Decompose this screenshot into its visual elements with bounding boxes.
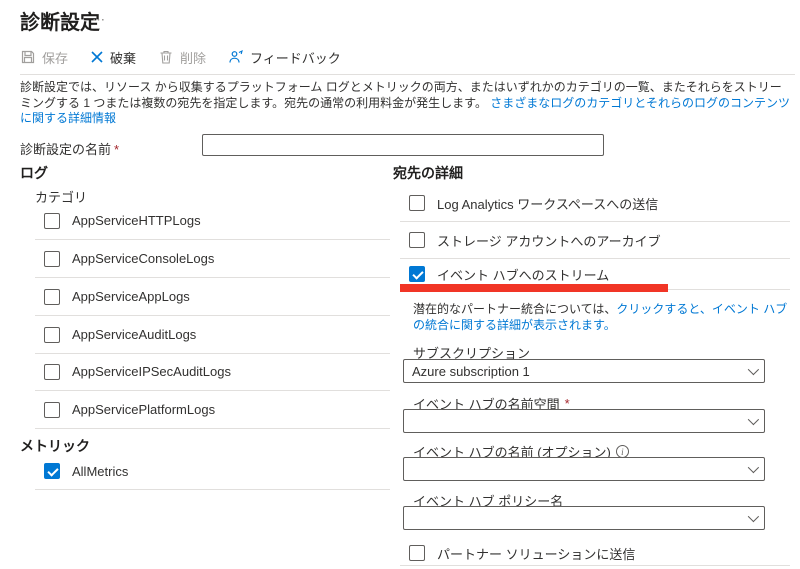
checkbox-label: イベント ハブへのストリーム xyxy=(437,267,610,283)
logs-section-header: ログ xyxy=(20,165,48,181)
event-hub-name-dropdown[interactable] xyxy=(403,457,765,481)
checkbox-appserviceipsecauditlogs[interactable] xyxy=(44,363,60,380)
destination-option-row[interactable]: ストレージ アカウントへのアーカイブ xyxy=(400,222,790,259)
checkbox-label: AppServiceAppLogs xyxy=(72,289,190,304)
log-category-row[interactable]: AppServicePlatformLogs xyxy=(35,391,390,429)
chevron-down-icon xyxy=(747,363,760,376)
checkbox-appserviceapplogs[interactable] xyxy=(44,288,60,305)
checkbox-appserviceconsolelogs[interactable] xyxy=(44,250,60,267)
partner-integration-note: 潜在的なパートナー統合については、クリックすると、イベント ハブの統合に関する詳… xyxy=(413,301,790,333)
diagnostic-name-label: 診断設定の名前 * xyxy=(20,142,120,157)
checkbox-label: AppServiceHTTPLogs xyxy=(72,213,201,228)
diagnostic-settings-page: 診断設定 ⋯ 保存 破棄 削除 フィードバック 診断設定では、リソース から収集… xyxy=(0,0,800,569)
chevron-down-icon xyxy=(747,510,760,523)
checkbox-partner-solution[interactable] xyxy=(409,545,425,561)
log-category-row[interactable]: AppServiceAuditLogs xyxy=(35,316,390,354)
checkbox-label: AppServicePlatformLogs xyxy=(72,402,216,417)
bottom-divider xyxy=(400,565,790,566)
chevron-down-icon xyxy=(747,413,760,426)
partner-solution-row[interactable]: パートナー ソリューションに送信 xyxy=(400,541,790,565)
destination-option-row[interactable]: Log Analytics ワークスペースへの送信 xyxy=(400,185,790,222)
log-category-row[interactable]: AppServiceIPSecAuditLogs xyxy=(35,353,390,391)
delete-button[interactable]: 削除 xyxy=(158,48,206,67)
log-category-row[interactable]: AppServiceConsoleLogs xyxy=(35,240,390,278)
diagnostic-name-input[interactable] xyxy=(202,134,604,156)
description-text: 診断設定では、リソース から収集するプラットフォーム ログとメトリックの両方、ま… xyxy=(20,80,792,127)
checkbox-appservicehttplogs[interactable] xyxy=(44,212,60,229)
save-button-label: 保存 xyxy=(42,50,69,66)
feedback-person-icon xyxy=(228,49,244,65)
checkbox-label: パートナー ソリューションに送信 xyxy=(437,546,636,562)
checkbox-allmetrics[interactable] xyxy=(44,463,60,479)
checkbox-appserviceplatformlogs[interactable] xyxy=(44,401,60,418)
checkbox-label: AppServiceConsoleLogs xyxy=(72,251,215,266)
checkbox-appserviceauditlogs[interactable] xyxy=(44,326,60,343)
checkbox-label: AllMetrics xyxy=(72,463,129,479)
discard-button-label: 破棄 xyxy=(110,50,137,66)
discard-x-icon xyxy=(90,50,104,64)
event-hub-policy-dropdown[interactable] xyxy=(403,506,765,530)
toolbar: 保存 破棄 削除 フィードバック xyxy=(20,47,341,67)
dropdown-value: Azure subscription 1 xyxy=(412,363,530,379)
checkbox-label: AppServiceIPSecAuditLogs xyxy=(72,364,231,379)
save-icon xyxy=(20,49,36,65)
discard-button[interactable]: 破棄 xyxy=(90,48,136,67)
feedback-button-label: フィードバック xyxy=(250,50,341,66)
log-category-row[interactable]: AppServiceHTTPLogs xyxy=(35,202,390,240)
checkbox-event-hub-stream[interactable] xyxy=(409,266,425,282)
destination-section-header: 宛先の詳細 xyxy=(393,165,463,181)
context-menu-ellipsis-icon[interactable]: ⋯ xyxy=(92,12,107,28)
page-title: 診断設定 xyxy=(20,12,100,34)
feedback-button[interactable]: フィードバック xyxy=(228,48,341,67)
partner-note-text: 潜在的なパートナー統合については、 xyxy=(413,302,617,316)
checkbox-label: AppServiceAuditLogs xyxy=(72,327,197,342)
required-asterisk: * xyxy=(114,142,120,157)
subscription-dropdown[interactable]: Azure subscription 1 xyxy=(403,359,765,383)
checkbox-label: ストレージ アカウントへのアーカイブ xyxy=(437,233,661,249)
event-hub-namespace-dropdown[interactable] xyxy=(403,409,765,433)
trash-icon xyxy=(158,49,174,65)
checkbox-storage-archive[interactable] xyxy=(409,232,425,248)
delete-button-label: 削除 xyxy=(180,50,207,66)
chevron-down-icon xyxy=(747,461,760,474)
checkbox-log-analytics[interactable] xyxy=(409,195,425,211)
save-button[interactable]: 保存 xyxy=(20,48,68,67)
metric-row[interactable]: AllMetrics xyxy=(35,453,390,490)
red-highlight-annotation xyxy=(400,284,668,292)
toolbar-divider xyxy=(20,74,795,75)
checkbox-label: Log Analytics ワークスペースへの送信 xyxy=(437,196,659,212)
log-category-row[interactable]: AppServiceAppLogs xyxy=(35,278,390,316)
